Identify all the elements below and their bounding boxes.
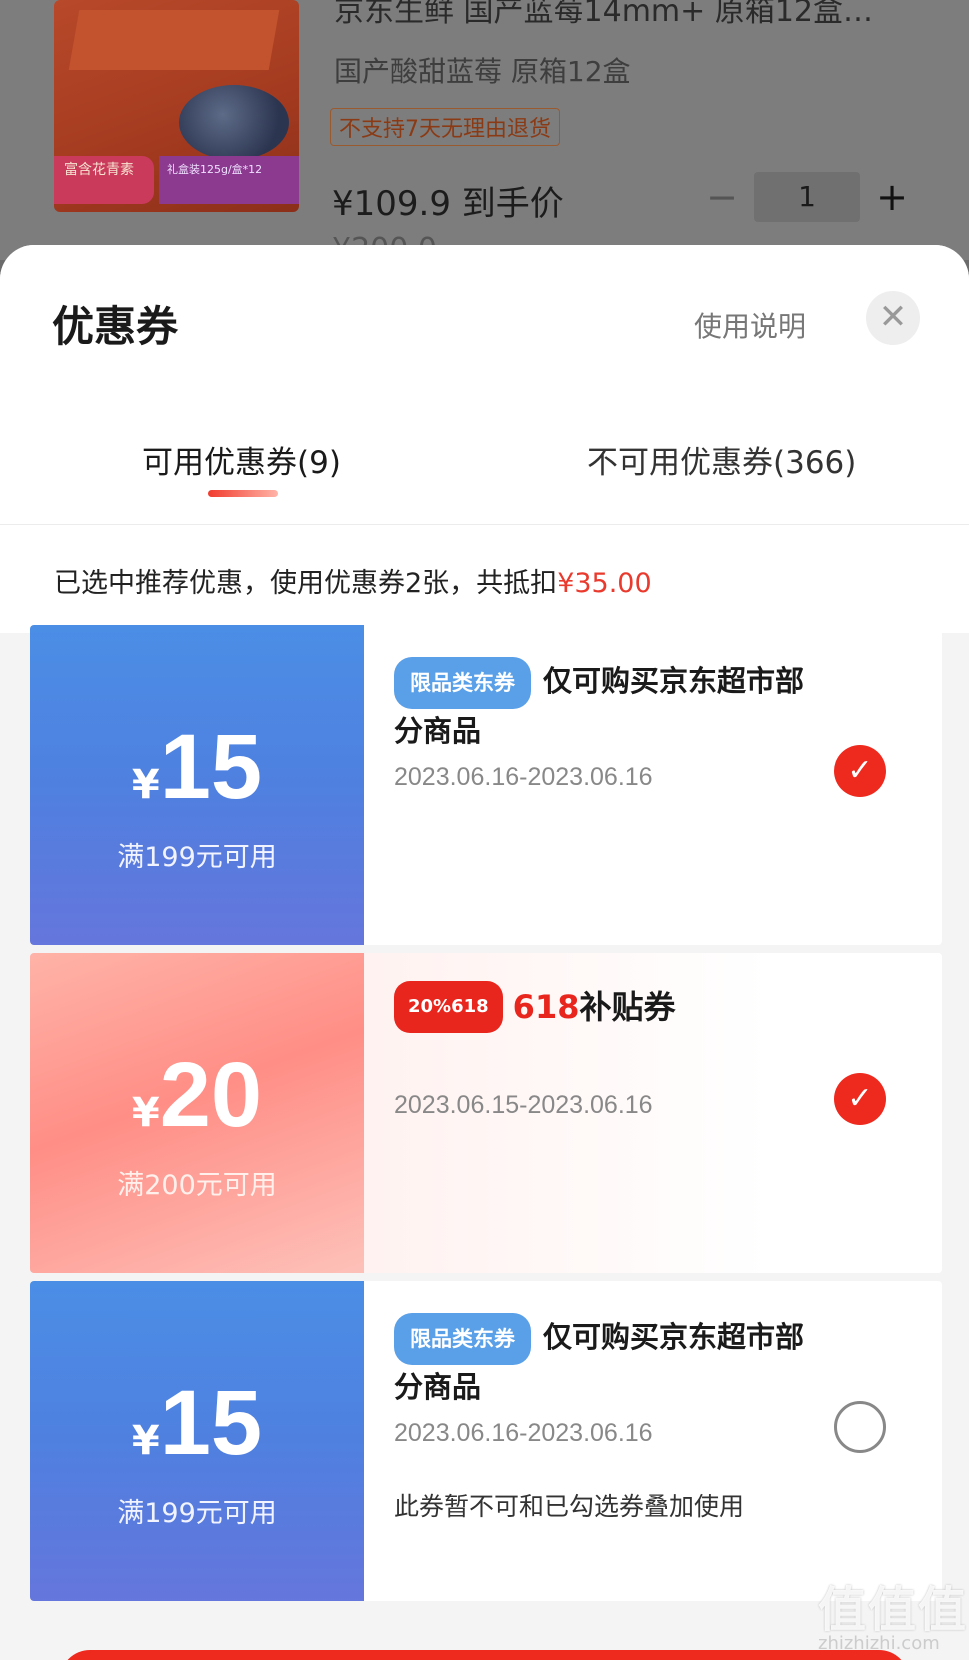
coupon-value-panel: ¥15 满199元可用 — [30, 1281, 364, 1601]
summary-label: 已选中推荐优惠，使用优惠券2张，共抵扣 — [54, 568, 558, 599]
coupon-details: 限品类东券 仅可购买京东超市部分商品 2023.06.16-2023.06.16 … — [364, 1281, 942, 1601]
currency-symbol: ¥ — [131, 1090, 160, 1136]
quantity-field[interactable]: 1 — [754, 172, 860, 222]
product-image-tag: 富含花青素 — [54, 156, 154, 204]
currency-symbol: ¥ — [131, 762, 160, 808]
watermark-logo: 值值值 — [818, 1582, 969, 1638]
blueberries-graphic — [179, 85, 289, 160]
product-box-graphic — [68, 10, 280, 70]
coupon-card[interactable]: ¥20 满200元可用 20%618 618补贴券 2023.06.15-2023… — [30, 953, 942, 1273]
sheet-header: 优惠券 使用说明 ✕ 可用优惠券(9) 不可用优惠券(366) — [0, 245, 969, 525]
subsidy-title-number: 618 — [512, 988, 580, 1026]
coupon-conflict-note: 此券暂不可和已勾选券叠加使用 — [394, 1492, 745, 1521]
coupon-card[interactable]: ¥15 满199元可用 限品类东券 仅可购买京东超市部分商品 2023.06.16… — [30, 625, 942, 945]
coupon-checkbox[interactable]: ✓ — [834, 745, 886, 797]
coupon-details: 20%618 618补贴券 2023.06.15-2023.06.16 ✓ — [364, 953, 942, 1273]
summary-discount-amount: ¥35.00 — [557, 568, 652, 599]
product-price: ¥109.9 到手价 — [332, 184, 564, 224]
coupon-condition: 满200元可用 — [117, 1170, 277, 1201]
coupon-amount: ¥20 — [30, 1043, 364, 1148]
tab-unavailable-coupons[interactable]: 不可用优惠券(366) — [587, 437, 856, 482]
subsidy-badge: 20%618 — [394, 981, 503, 1033]
active-tab-indicator — [208, 490, 278, 497]
coupon-details: 限品类东券 仅可购买京东超市部分商品 2023.06.16-2023.06.16 … — [364, 625, 942, 945]
coupon-category-tag: 限品类东券 — [394, 1313, 531, 1365]
increase-button[interactable]: + — [870, 175, 914, 219]
coupon-amount-value: 15 — [159, 1372, 263, 1474]
coupon-description: 限品类东券 仅可购买京东超市部分商品 — [394, 1313, 824, 1409]
coupon-amount: ¥15 — [30, 1371, 364, 1476]
coupon-card[interactable]: ¥15 满199元可用 限品类东券 仅可购买京东超市部分商品 2023.06.16… — [30, 1281, 942, 1601]
check-icon: ✓ — [847, 1081, 873, 1116]
coupon-sheet: 优惠券 使用说明 ✕ 可用优惠券(9) 不可用优惠券(366) 已选中推荐优惠，… — [0, 245, 969, 1660]
coupon-amount: ¥15 — [30, 715, 364, 820]
close-icon: ✕ — [878, 297, 908, 337]
product-summary: 富含花青素 礼盒装125g/盒*12 京东生鲜 国产蓝莓14mm+ 原箱12盒…… — [0, 0, 969, 260]
product-image: 富含花青素 礼盒装125g/盒*12 — [54, 0, 299, 212]
coupon-amount-value: 15 — [159, 716, 263, 818]
check-icon: ✓ — [847, 753, 873, 788]
coupon-checkbox[interactable] — [834, 1401, 886, 1453]
coupon-checkbox[interactable]: ✓ — [834, 1073, 886, 1125]
coupon-amount-value: 20 — [159, 1044, 263, 1146]
confirm-button[interactable] — [60, 1650, 909, 1660]
watermark-url: zhizhizhi.com — [818, 1633, 940, 1654]
quantity-stepper: − 1 + — [700, 172, 914, 222]
currency-symbol: ¥ — [131, 1418, 160, 1464]
decrease-button[interactable]: − — [700, 175, 744, 219]
product-subtitle: 国产酸甜蓝莓 原箱12盒 — [334, 55, 631, 88]
coupon-validity-date: 2023.06.15-2023.06.16 — [394, 1091, 653, 1119]
product-image-spec: 礼盒装125g/盒*12 — [159, 156, 299, 204]
product-title: 京东生鲜 国产蓝莓14mm+ 原箱12盒… — [334, 0, 874, 29]
sheet-title: 优惠券 — [52, 302, 179, 351]
usage-instructions-link[interactable]: 使用说明 — [694, 305, 806, 345]
subsidy-title-text: 补贴券 — [579, 988, 676, 1026]
coupon-value-panel: ¥20 满200元可用 — [30, 953, 364, 1273]
summary-text: 已选中推荐优惠，使用优惠券2张，共抵扣¥35.00 — [54, 561, 652, 600]
return-policy-badge: 不支持7天无理由退货 — [330, 108, 560, 146]
coupon-description: 限品类东券 仅可购买京东超市部分商品 — [394, 657, 824, 753]
tab-available-coupons[interactable]: 可用优惠券(9) — [142, 437, 341, 482]
coupon-value-panel: ¥15 满199元可用 — [30, 625, 364, 945]
selection-summary: 已选中推荐优惠，使用优惠券2张，共抵扣¥35.00 — [0, 525, 969, 633]
coupon-validity-date: 2023.06.16-2023.06.16 — [394, 1419, 653, 1447]
subsidy-title: 618补贴券 — [513, 988, 676, 1026]
coupon-category-tag: 限品类东券 — [394, 657, 531, 709]
coupon-condition: 满199元可用 — [117, 842, 277, 873]
close-button[interactable]: ✕ — [866, 291, 920, 345]
coupon-validity-date: 2023.06.16-2023.06.16 — [394, 763, 653, 791]
coupon-condition: 满199元可用 — [117, 1498, 277, 1529]
coupon-title: 20%618 618补贴券 — [394, 981, 824, 1033]
